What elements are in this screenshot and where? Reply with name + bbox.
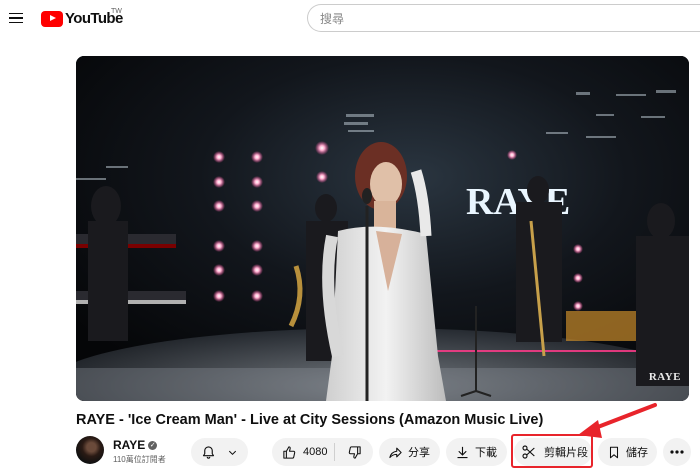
download-label: 下載 — [475, 447, 497, 459]
notification-bell-button[interactable] — [191, 438, 248, 466]
logo-region: TW — [111, 8, 122, 15]
download-button[interactable]: 下載 — [446, 438, 507, 466]
youtube-logo-icon — [41, 10, 63, 27]
thumbs-up-icon — [282, 445, 297, 460]
video-frame: RAYE — [76, 56, 689, 401]
video-player[interactable]: RAYE — [76, 56, 689, 401]
video-watermark: RAYE — [648, 371, 681, 383]
save-label: 儲存 — [626, 447, 648, 459]
more-icon — [670, 450, 684, 454]
like-count: 4080 — [303, 446, 328, 458]
avatar[interactable] — [76, 436, 104, 464]
masthead: YouTube TW 搜尋 — [0, 0, 700, 38]
youtube-watch-page: YouTube TW 搜尋 RAYE RAYE - 'Ice Cream Man… — [0, 0, 700, 472]
thumbs-down-icon — [347, 445, 362, 460]
more-actions-button[interactable] — [663, 438, 691, 466]
search-input[interactable]: 搜尋 — [307, 4, 700, 32]
like-dislike-group: 4080 — [272, 438, 373, 466]
share-label: 分享 — [408, 447, 430, 459]
share-button[interactable]: 分享 — [379, 438, 440, 466]
channel-name-text: RAYE — [113, 438, 146, 452]
verified-icon: ✓ — [148, 440, 158, 450]
subscriber-count: 110萬位訂閱者 — [113, 455, 166, 464]
bookmark-icon — [607, 445, 621, 460]
save-button[interactable]: 儲存 — [598, 438, 657, 466]
download-icon — [455, 445, 470, 460]
dislike-button[interactable] — [335, 438, 373, 466]
channel-name[interactable]: RAYE ✓ — [113, 438, 158, 452]
clip-highlight-box — [511, 434, 593, 468]
video-title: RAYE - 'Ice Cream Man' - Live at City Se… — [76, 412, 544, 428]
share-icon — [388, 445, 403, 460]
bell-icon — [201, 445, 216, 460]
menu-icon[interactable] — [4, 6, 28, 30]
search-placeholder: 搜尋 — [320, 11, 345, 26]
chevron-down-icon — [227, 447, 238, 458]
like-button[interactable]: 4080 — [272, 438, 334, 466]
